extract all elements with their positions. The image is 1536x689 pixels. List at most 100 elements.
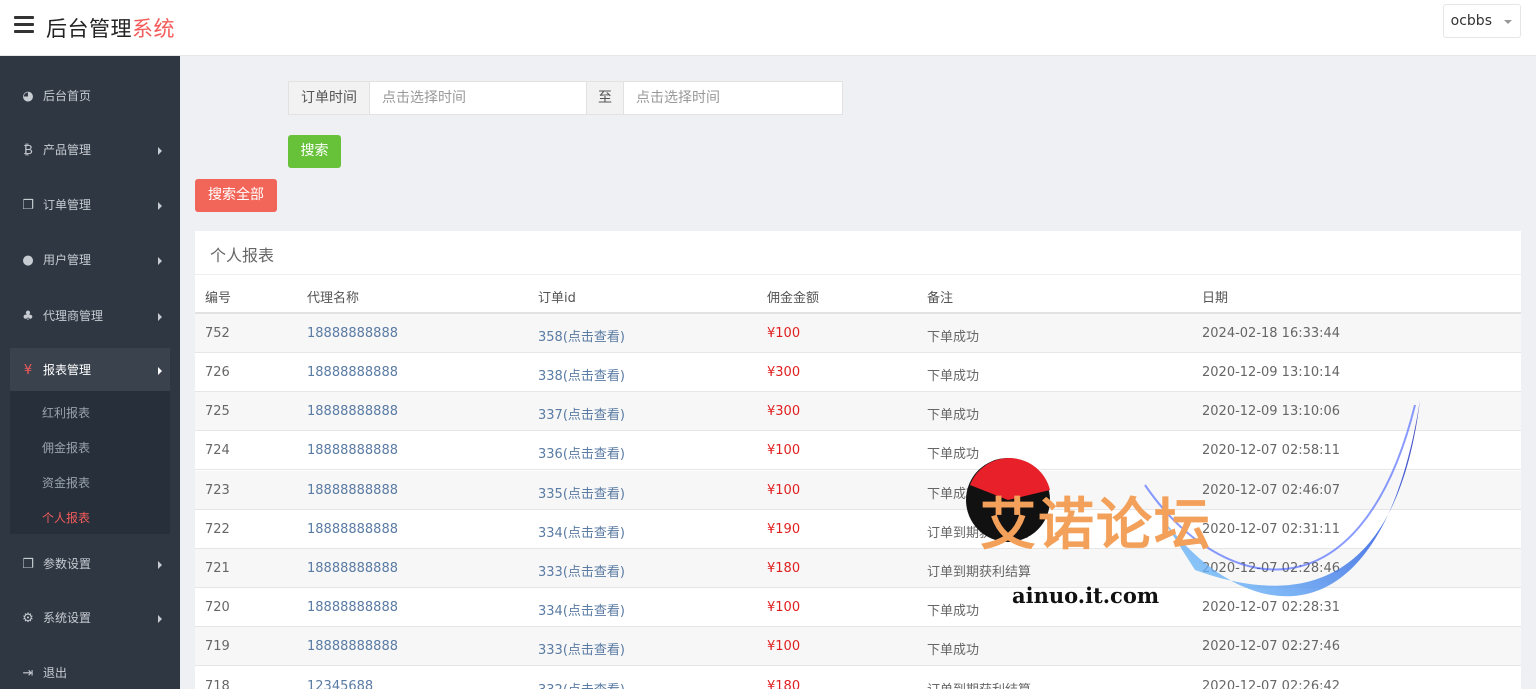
- cell-note: 下单成功: [927, 447, 980, 462]
- cell-order-link[interactable]: 358(点击查看): [538, 326, 625, 345]
- start-date-input[interactable]: [370, 82, 586, 114]
- copy-icon: ❐: [22, 557, 34, 572]
- sidebar-item-params[interactable]: ❐ 参数设置: [10, 542, 170, 586]
- cell-note: 下单成功: [927, 487, 980, 502]
- chevron-right-icon: [158, 202, 162, 210]
- cell-amount: ¥100: [767, 600, 801, 615]
- cell-agent[interactable]: 18888888888: [307, 365, 398, 380]
- cell-order-link[interactable]: 338(点击查看): [538, 365, 625, 384]
- cell-order-link[interactable]: 333(点击查看): [538, 639, 625, 658]
- sidebar-item-label: 退出: [43, 666, 68, 680]
- cell-order-link[interactable]: 334(点击查看): [538, 600, 625, 619]
- table-row: 725 18888888888 337(点击查看) ¥300 下单成功 2020…: [195, 392, 1521, 431]
- sidebar: ◕ 后台首页 ₿ 产品管理 ❐ 订单管理 ● 用户管理 ♣ 代理商管理 ¥ 报表管理 红利报…: [0, 56, 180, 689]
- cell-amount: ¥190: [767, 522, 801, 537]
- cell-note: 下单成功: [927, 643, 980, 658]
- cell-amount: ¥100: [767, 443, 801, 458]
- report-panel: 个人报表 编号 代理名称 订单id 佣金金额 备注 日期 752 1888888…: [195, 231, 1521, 689]
- end-date-input[interactable]: [624, 82, 842, 114]
- sidebar-item-dashboard[interactable]: ◕ 后台首页: [10, 74, 170, 118]
- table-row: 724 18888888888 336(点击查看) ¥100 下单成功 2020…: [195, 431, 1521, 470]
- chevron-right-icon: [158, 147, 162, 155]
- cell-agent[interactable]: 12345688: [307, 679, 373, 689]
- cell-amount: ¥180: [767, 561, 801, 576]
- submenu-commission-report[interactable]: 佣金报表: [42, 439, 90, 456]
- cell-amount: ¥300: [767, 404, 801, 419]
- user-dropdown[interactable]: ocbbs: [1442, 4, 1521, 38]
- cell-agent[interactable]: 18888888888: [307, 443, 398, 458]
- sidebar-item-users[interactable]: ● 用户管理: [10, 238, 170, 282]
- chevron-right-icon: [158, 615, 162, 623]
- submenu-personal-report[interactable]: 个人报表: [42, 509, 90, 526]
- column-header: 日期: [1202, 291, 1229, 306]
- cell-order-link[interactable]: 337(点击查看): [538, 404, 625, 423]
- cell-id: 720: [205, 600, 230, 615]
- sidebar-item-label: 后台首页: [43, 89, 92, 103]
- hamburger-menu-icon[interactable]: [14, 16, 34, 36]
- date-range-filter: 订单时间 至: [288, 81, 843, 115]
- sidebar-item-products[interactable]: ₿ 产品管理: [10, 128, 170, 172]
- cell-date: 2020-12-09 13:10:06: [1202, 404, 1341, 419]
- cell-date: 2020-12-07 02:27:46: [1202, 639, 1341, 654]
- sidebar-item-system[interactable]: ⚙ 系统设置: [10, 596, 170, 640]
- cell-agent[interactable]: 18888888888: [307, 326, 398, 341]
- cell-agent[interactable]: 18888888888: [307, 483, 398, 498]
- sidebar-item-label: 参数设置: [43, 557, 92, 571]
- brand-main: 后台管理: [46, 17, 132, 41]
- cell-amount: ¥100: [767, 326, 801, 341]
- cell-id: 723: [205, 483, 230, 498]
- cell-id: 721: [205, 561, 230, 576]
- range-to-label: 至: [586, 82, 624, 114]
- cell-agent[interactable]: 18888888888: [307, 404, 398, 419]
- table-row: 726 18888888888 338(点击查看) ¥300 下单成功 2020…: [195, 353, 1521, 392]
- cell-id: 752: [205, 326, 230, 341]
- cell-amount: ¥100: [767, 639, 801, 654]
- sidebar-item-agents[interactable]: ♣ 代理商管理: [10, 294, 170, 338]
- table-row: 723 18888888888 335(点击查看) ¥100 下单成功 2020…: [195, 471, 1521, 510]
- cell-amount: ¥180: [767, 679, 801, 689]
- table-row: 718 12345688 332(点击查看) ¥180 订单到期获利结算 202…: [195, 667, 1521, 689]
- submenu-funds-report[interactable]: 资金报表: [42, 474, 90, 491]
- top-header: 后台管理系统 ocbbs: [0, 0, 1536, 56]
- cell-note: 订单到期获利结算: [927, 679, 1031, 689]
- sidebar-item-reports[interactable]: ¥ 报表管理: [10, 348, 170, 392]
- column-header: 代理名称: [307, 291, 360, 306]
- cell-order-link[interactable]: 336(点击查看): [538, 443, 625, 462]
- cell-date: 2020-12-07 02:46:07: [1202, 483, 1341, 498]
- app-title: 后台管理系统: [46, 13, 175, 43]
- table-row: 721 18888888888 333(点击查看) ¥180 订单到期获利结算 …: [195, 549, 1521, 588]
- sidebar-item-label: 代理商管理: [43, 309, 104, 323]
- submenu-dividend-report[interactable]: 红利报表: [42, 404, 90, 421]
- table-row: 719 18888888888 333(点击查看) ¥100 下单成功 2020…: [195, 627, 1521, 666]
- cell-agent[interactable]: 18888888888: [307, 561, 398, 576]
- cell-agent[interactable]: 18888888888: [307, 639, 398, 654]
- table-row: 752 18888888888 358(点击查看) ¥100 下单成功 2024…: [195, 314, 1521, 353]
- cell-date: 2020-12-07 02:31:11: [1202, 522, 1341, 537]
- cell-order-link[interactable]: 334(点击查看): [538, 522, 625, 541]
- cell-note: 下单成功: [927, 330, 980, 345]
- cell-note: 下单成功: [927, 408, 980, 423]
- cell-order-link[interactable]: 333(点击查看): [538, 561, 625, 580]
- cell-date: 2020-12-07 02:26:42: [1202, 679, 1341, 689]
- search-all-button[interactable]: 搜索全部: [195, 179, 277, 212]
- cell-order-link[interactable]: 332(点击查看): [538, 679, 625, 689]
- yen-icon: ¥: [23, 363, 33, 378]
- cell-agent[interactable]: 18888888888: [307, 600, 398, 615]
- sidebar-item-logout[interactable]: ⇥ 退出: [10, 651, 170, 689]
- column-header: 佣金金额: [767, 291, 820, 306]
- cell-id: 718: [205, 679, 230, 689]
- gears-icon: ⚙: [22, 611, 34, 626]
- cell-note: 下单成功: [927, 604, 980, 619]
- chevron-right-icon: [158, 367, 162, 375]
- brand-accent: 系统: [132, 17, 175, 41]
- cell-note: 订单到期获利结算: [927, 565, 1032, 580]
- bitcoin-icon: ₿: [23, 143, 33, 158]
- search-button[interactable]: 搜索: [288, 135, 341, 168]
- sidebar-item-label: 产品管理: [43, 143, 92, 157]
- cell-agent[interactable]: 18888888888: [307, 522, 398, 537]
- username: ocbbs: [1450, 13, 1492, 29]
- cell-order-link[interactable]: 335(点击查看): [538, 483, 625, 502]
- sidebar-item-orders[interactable]: ❐ 订单管理: [10, 183, 170, 227]
- sidebar-item-label: 订单管理: [43, 198, 92, 212]
- cell-note: 下单成功: [927, 369, 980, 384]
